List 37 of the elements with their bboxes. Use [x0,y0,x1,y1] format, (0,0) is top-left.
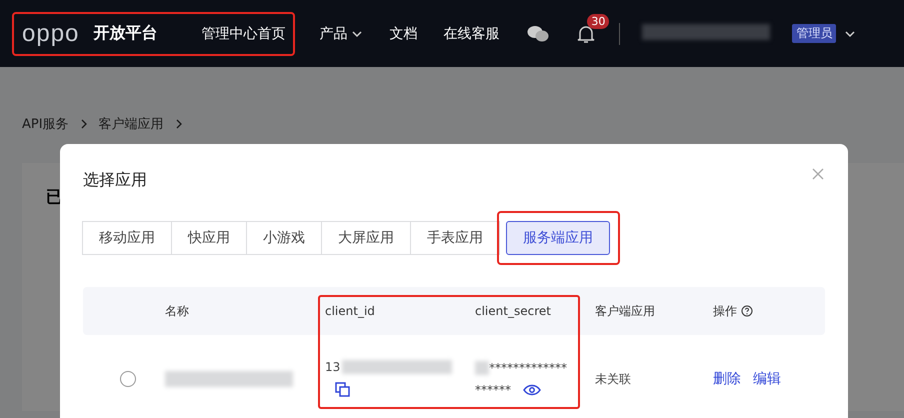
action-link[interactable]: 删除 [713,371,741,387]
nav-link[interactable]: 文档 [389,24,418,42]
tab[interactable]: 服务端应用 [506,221,610,255]
breadcrumb-link[interactable]: API服务 [22,115,69,133]
table-cell: ************* [489,361,567,375]
role-badge: 管理员 [792,24,836,43]
column-header: client_secret [475,304,552,318]
column-header: 客户端应用 [595,302,656,320]
nav-link[interactable]: 在线客服 [443,24,500,42]
column-header: 操作 [713,302,825,320]
home-link[interactable]: 管理中心首页 [201,24,286,42]
notification-badge: 30 [587,14,610,28]
platform-title: 开放平台 [93,23,158,44]
radio-button[interactable] [120,371,136,387]
nav-link[interactable]: 产品 [319,24,364,42]
column-header: client_id [325,304,376,318]
dialog-title: 选择应用 [83,170,147,191]
copy-icon[interactable] [335,382,351,398]
breadcrumb-link[interactable]: 客户端应用 [98,115,164,133]
column-header: 名称 [165,302,190,320]
redacted-secret [475,361,489,375]
table-cell: ****** [475,383,511,397]
help-icon [741,305,753,317]
table-cell: 13 [325,360,340,374]
chat-bubbles-icon[interactable] [527,24,550,42]
chevron-right-icon [78,118,89,130]
logo: oppo [22,20,80,48]
chevron-right-icon [174,118,184,130]
tab[interactable]: 手表应用 [410,221,500,255]
eye-icon[interactable] [523,384,541,396]
bell-icon[interactable] [577,24,596,44]
action-link[interactable]: 编辑 [753,371,781,387]
tab[interactable]: 大屏应用 [321,221,411,255]
tab[interactable]: 快应用 [171,221,247,255]
tab[interactable]: 移动应用 [82,221,172,255]
table-cell-text: 未关联 [595,370,632,388]
tab[interactable]: 小游戏 [246,221,322,255]
